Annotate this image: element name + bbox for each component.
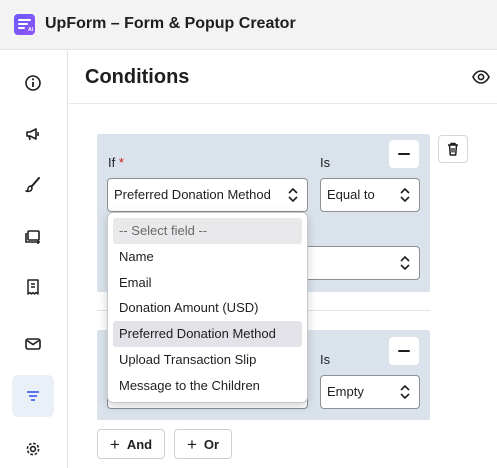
- plus-icon: +: [109, 434, 120, 454]
- info-icon: [25, 75, 41, 91]
- app-header: AI UpForm – Form & Popup Creator: [0, 0, 497, 50]
- envelope-icon: [25, 338, 41, 350]
- sidebar-item-submissions[interactable]: [12, 266, 54, 308]
- if-label: If *: [108, 155, 124, 170]
- operator-select[interactable]: Equal to: [320, 178, 420, 212]
- receipt-icon: [27, 279, 39, 295]
- megaphone-icon: [26, 128, 39, 141]
- add-and-button[interactable]: + And: [97, 429, 165, 459]
- trash-icon: [448, 142, 458, 156]
- app-title: UpForm – Form & Popup Creator: [45, 15, 296, 32]
- chevron-up-down-icon: [400, 384, 410, 400]
- sidebar-item-style[interactable]: [12, 164, 54, 206]
- sidebar-item-announcement[interactable]: [12, 113, 54, 155]
- required-mark: *: [118, 155, 124, 170]
- is-label: Is: [320, 352, 331, 367]
- page-title: Conditions: [85, 66, 190, 88]
- dropdown-option-selected[interactable]: Preferred Donation Method: [113, 321, 302, 347]
- remove-condition-button[interactable]: [389, 337, 419, 365]
- preview-button[interactable]: [471, 67, 491, 87]
- add-and-label: And: [126, 436, 153, 452]
- dropdown-option[interactable]: Message to the Children: [113, 373, 302, 399]
- add-or-label: Or: [203, 436, 220, 452]
- minus-icon: [398, 153, 410, 155]
- delete-group-button[interactable]: [438, 135, 468, 163]
- minus-icon: [398, 350, 410, 352]
- dropdown-option[interactable]: Upload Transaction Slip: [113, 347, 302, 373]
- chevron-up-down-icon: [400, 187, 410, 203]
- sidebar-item-info[interactable]: [12, 62, 54, 104]
- chevron-up-down-icon: [288, 187, 298, 203]
- dropdown-option[interactable]: Donation Amount (USD): [113, 295, 302, 321]
- add-card-icon: [25, 230, 40, 244]
- field-select[interactable]: Preferred Donation Method: [107, 178, 308, 212]
- remove-condition-button[interactable]: [389, 140, 419, 168]
- logo-tag: AI: [28, 27, 33, 33]
- upform-logo-icon: AI: [14, 14, 35, 35]
- sidebar-item-settings[interactable]: [12, 428, 54, 468]
- sidebar-item-fields[interactable]: [12, 215, 54, 257]
- brush-icon: [25, 177, 40, 193]
- add-or-button[interactable]: + Or: [174, 429, 232, 459]
- field-dropdown-list[interactable]: -- Select field -- Name Email Donation A…: [107, 212, 308, 403]
- chevron-up-down-icon: [400, 255, 410, 271]
- sidebar-item-email[interactable]: [12, 323, 54, 365]
- eye-icon: [472, 70, 490, 84]
- dropdown-option[interactable]: Email: [113, 270, 302, 296]
- dropdown-option[interactable]: Name: [113, 244, 302, 270]
- plus-icon: +: [186, 434, 197, 454]
- title-divider: [69, 103, 497, 104]
- sidebar: [0, 51, 68, 468]
- dropdown-option[interactable]: -- Select field --: [113, 218, 302, 244]
- operator-select[interactable]: Empty: [320, 375, 420, 409]
- sidebar-item-conditions[interactable]: [12, 375, 54, 417]
- gear-icon: [26, 442, 40, 456]
- filter-icon: [27, 391, 39, 401]
- is-label: Is: [320, 155, 331, 170]
